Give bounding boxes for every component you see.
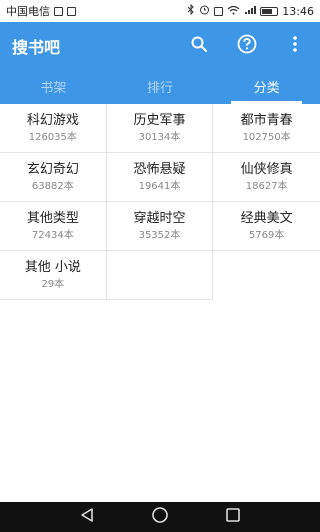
bluetooth-icon	[187, 3, 195, 18]
tab-label: 排行	[147, 81, 174, 96]
tab-ranking[interactable]: 排行	[107, 69, 214, 104]
back-triangle-icon	[80, 507, 94, 527]
category-item[interactable]: 玄幻奇幻 63882本	[0, 153, 107, 202]
category-name: 其他 小说	[24, 259, 81, 275]
app-title: 搜书吧	[12, 37, 61, 57]
sim-icon	[54, 6, 63, 16]
system-nav-bar	[0, 502, 320, 532]
carrier-label: 中国电信	[6, 5, 50, 18]
more-button[interactable]	[282, 33, 308, 59]
alarm-icon	[199, 4, 210, 18]
category-item[interactable]: 其他 小说 29本	[0, 251, 107, 300]
nav-back-button[interactable]	[77, 507, 97, 527]
nav-recents-button[interactable]	[223, 507, 243, 527]
grid-empty-cell	[106, 251, 214, 300]
category-count: 35352本	[138, 229, 181, 241]
home-circle-icon	[151, 506, 169, 528]
tab-category[interactable]: 分类	[213, 69, 320, 104]
tab-bar: 书架 排行 分类	[0, 69, 320, 104]
category-item[interactable]: 经典美文 5769本	[213, 202, 320, 251]
signal-icon	[244, 5, 257, 18]
category-item[interactable]: 都市青春 102750本	[213, 104, 320, 153]
tab-label: 书架	[40, 81, 67, 96]
category-count: 63882本	[31, 180, 74, 192]
vibrate-icon	[214, 6, 224, 16]
category-count: 19641本	[138, 180, 181, 192]
nav-home-button[interactable]	[150, 507, 170, 527]
recents-square-icon	[225, 507, 241, 527]
category-count: 126035本	[28, 131, 77, 143]
image-icon	[67, 6, 76, 16]
category-name: 恐怖悬疑	[133, 161, 186, 177]
category-item[interactable]: 历史军事 30134本	[106, 104, 214, 153]
category-count: 72434本	[31, 229, 74, 241]
category-name: 经典美文	[240, 210, 293, 226]
category-item[interactable]: 仙侠修真 18627本	[213, 153, 320, 202]
search-button[interactable]	[186, 33, 212, 59]
wifi-icon	[227, 5, 240, 18]
category-name: 仙侠修真	[240, 161, 293, 177]
clock-label: 13:46	[282, 4, 314, 18]
help-icon	[237, 34, 257, 58]
search-icon	[190, 35, 208, 57]
category-name: 历史军事	[133, 112, 186, 128]
category-name: 都市青春	[240, 112, 293, 128]
more-vert-icon	[292, 35, 298, 57]
category-count: 30134本	[138, 131, 181, 143]
category-count: 18627本	[245, 180, 288, 192]
help-button[interactable]	[234, 33, 260, 59]
category-item[interactable]: 穿越时空 35352本	[106, 202, 214, 251]
category-item[interactable]: 其他类型 72434本	[0, 202, 107, 251]
status-bar: 中国电信 13:46	[0, 0, 320, 22]
category-name: 穿越时空	[133, 210, 186, 226]
category-count: 29本	[41, 278, 65, 290]
tab-label: 分类	[253, 81, 280, 96]
category-name: 其他类型	[26, 210, 79, 226]
grid-empty-cell	[213, 251, 320, 300]
app-bar: 搜书吧	[0, 22, 320, 69]
category-name: 科幻游戏	[26, 112, 79, 128]
category-count: 5769本	[248, 229, 285, 241]
category-item[interactable]: 科幻游戏 126035本	[0, 104, 107, 153]
tab-bookshelf[interactable]: 书架	[0, 69, 107, 104]
battery-icon	[260, 6, 279, 16]
category-name: 玄幻奇幻	[26, 161, 79, 177]
category-grid: 科幻游戏 126035本 历史军事 30134本 都市青春 102750本 玄幻…	[0, 104, 320, 300]
category-item[interactable]: 恐怖悬疑 19641本	[106, 153, 214, 202]
category-count: 102750本	[242, 131, 291, 143]
